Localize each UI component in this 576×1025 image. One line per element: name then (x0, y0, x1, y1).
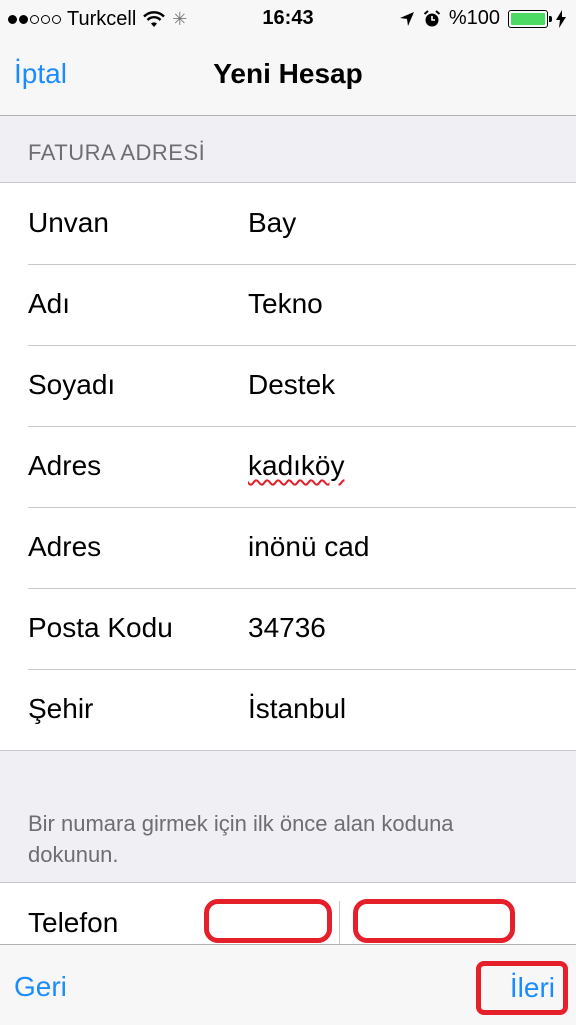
battery-icon (508, 9, 552, 28)
last-name-field[interactable]: Destek (248, 369, 335, 401)
battery-level (511, 12, 545, 25)
form-row-title[interactable]: Unvan Bay (0, 183, 576, 264)
phone-label: Telefon (28, 907, 119, 938)
status-bar: Turkcell ✳ 16:43 %100 (0, 0, 576, 40)
status-right: %100 (399, 7, 566, 30)
back-button[interactable]: Geri (14, 971, 67, 1003)
charging-bolt-icon (556, 9, 566, 28)
address-line-2-field[interactable]: inönü cad (248, 531, 369, 563)
city-field[interactable]: İstanbul (248, 693, 346, 725)
form-row-address-1[interactable]: Adres kadıköy (0, 426, 576, 507)
area-code-field[interactable] (204, 899, 332, 943)
bottom-toolbar: Geri İleri (0, 944, 576, 1025)
field-label: Adı (28, 288, 71, 319)
page-title: Yeni Hesap (213, 58, 363, 89)
title-field[interactable]: Bay (248, 207, 296, 239)
form-row-address-2[interactable]: Adres inönü cad (0, 507, 576, 588)
battery-percent: %100 (448, 7, 500, 29)
field-label: Posta Kodu (28, 612, 173, 643)
field-label: Adres (28, 450, 102, 481)
postal-code-field[interactable]: 34736 (248, 612, 326, 644)
phone-hint-text: Bir numara girmek için ilk önce alan kod… (28, 811, 454, 867)
form-row-phone: Telefon (0, 882, 576, 945)
field-label: Şehir (28, 693, 94, 724)
billing-address-header: FATURA ADRESİ (28, 140, 206, 165)
navigation-bar: İptal Yeni Hesap (0, 40, 576, 116)
form-row-postal-code[interactable]: Posta Kodu 34736 (0, 588, 576, 669)
address-line-1-field[interactable]: kadıköy (248, 450, 345, 482)
field-label: Adres (28, 531, 102, 562)
billing-address-form: Unvan Bay Adı Tekno Soyadı Destek Adres … (0, 182, 576, 751)
form-row-first-name[interactable]: Adı Tekno (0, 264, 576, 345)
form-row-last-name[interactable]: Soyadı Destek (0, 345, 576, 426)
phone-number-field[interactable] (353, 899, 515, 943)
phone-divider (339, 901, 340, 945)
alarm-icon (423, 9, 440, 26)
location-arrow-icon (399, 11, 414, 26)
first-name-field[interactable]: Tekno (248, 288, 323, 320)
next-button[interactable]: İleri (476, 961, 568, 1015)
field-label: Soyadı (28, 369, 116, 400)
field-label: Unvan (28, 207, 109, 238)
form-row-city[interactable]: Şehir İstanbul (0, 669, 576, 750)
